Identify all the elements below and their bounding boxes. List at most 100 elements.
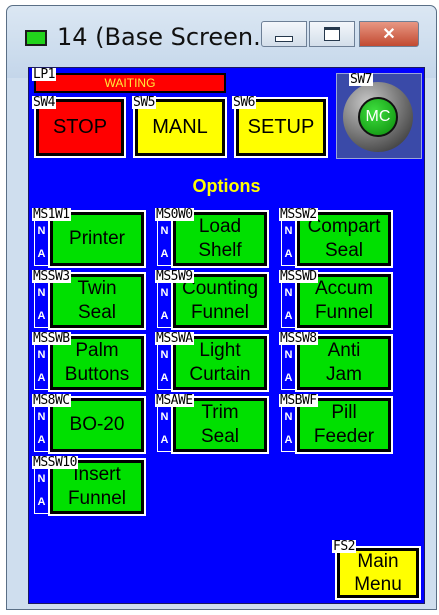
option-item: N A Anti Jam MSSW8: [279, 332, 395, 392]
option-tag: MSSW10: [32, 455, 78, 470]
manual-tag: SW5: [132, 95, 156, 110]
mode-n-label: N: [284, 410, 293, 423]
option-mode-indicator: NA: [34, 404, 49, 452]
mode-a-label: A: [284, 309, 293, 322]
option-mode-indicator: NA: [157, 218, 172, 266]
option-label-line2: Shelf: [198, 240, 242, 261]
option-item: N A Trim Seal MSAWE: [155, 394, 271, 454]
option-label-line1: BO-20: [69, 414, 125, 435]
option-tag: MSAWE: [155, 393, 194, 408]
mode-a-label: A: [37, 309, 46, 322]
option-label-line1: Pill: [331, 402, 357, 423]
option-tag: MSSW8: [279, 331, 318, 346]
minimize-icon: [275, 36, 293, 42]
option-mode-indicator: NA: [157, 280, 172, 328]
maximize-button[interactable]: [309, 21, 355, 47]
option-label-line1: Palm: [75, 340, 119, 361]
mc-tag: SW7: [349, 72, 373, 87]
mode-a-label: A: [284, 247, 293, 260]
mc-indicator-frame: SW7 MC: [336, 73, 422, 159]
option-mode-indicator: NA: [157, 342, 172, 390]
mode-n-label: N: [37, 410, 46, 423]
option-tag: MS5W9: [155, 269, 194, 284]
option-label-line1: Insert: [73, 464, 121, 485]
mode-a-label: A: [160, 247, 169, 260]
option-label-line1: Light: [199, 340, 241, 361]
option-mode-indicator: NA: [34, 218, 49, 266]
close-button[interactable]: ✕: [359, 21, 419, 47]
mode-n-label: N: [284, 224, 293, 237]
option-tag: MSBWF: [279, 393, 318, 408]
mode-a-label: A: [37, 247, 46, 260]
option-item: N A BO-20 MS8WC: [32, 394, 148, 454]
option-tag: MS0W0: [155, 207, 194, 222]
option-item: N A Insert Funnel MSSW10: [32, 456, 148, 516]
option-label-line1: Printer: [69, 228, 125, 249]
maximize-icon: [324, 27, 340, 41]
app-icon: [25, 30, 47, 46]
mode-n-label: N: [37, 286, 46, 299]
option-label-line2: Funnel: [314, 302, 374, 323]
option-item: N A Pill Feeder MSBWF: [279, 394, 395, 454]
mode-n-label: N: [284, 348, 293, 361]
status-lamp: WAITING: [34, 73, 226, 93]
option-label-line2: Feeder: [313, 426, 375, 447]
option-mode-indicator: NA: [34, 466, 49, 514]
mode-n-label: N: [37, 348, 46, 361]
app-window: 14 (Base Screen... ✕ LP1 WAITING SW4 STO…: [6, 5, 437, 610]
main-menu-button[interactable]: Main Menu: [335, 546, 421, 600]
mode-a-label: A: [160, 309, 169, 322]
option-label-line2: Seal: [77, 302, 117, 323]
option-tag: MSSWA: [155, 331, 194, 346]
option-item: N A Compart Seal MSSW2: [279, 208, 395, 268]
mc-button[interactable]: MC: [358, 97, 398, 137]
option-label-line2: Funnel: [67, 488, 127, 509]
mode-a-label: A: [160, 371, 169, 384]
mode-a-label: A: [37, 371, 46, 384]
main-menu-tag: FS2: [332, 539, 356, 554]
option-item: N A Accum Funnel MSSWD: [279, 270, 395, 330]
option-mode-indicator: NA: [281, 280, 296, 328]
option-label-line1: Load: [198, 216, 242, 237]
stop-tag: SW4: [32, 95, 56, 110]
option-label-line2: Buttons: [64, 364, 130, 385]
option-label-line1: Trim: [201, 402, 239, 423]
option-label-line1: Twin: [77, 278, 117, 299]
mode-n-label: N: [160, 410, 169, 423]
option-tag: MS1W1: [32, 207, 71, 222]
option-tag: MSSW3: [32, 269, 71, 284]
option-item: N A Counting Funnel MS5W9: [155, 270, 271, 330]
option-item: N A Palm Buttons MSSWB: [32, 332, 148, 392]
option-mode-indicator: NA: [281, 342, 296, 390]
main-menu-line1: Main: [357, 551, 399, 572]
option-label-line2: Seal: [324, 240, 364, 261]
minimize-button[interactable]: [261, 21, 307, 47]
main-menu-line2: Menu: [354, 574, 402, 595]
hmi-panel: LP1 WAITING SW4 STOP SW5 MANL SW6 SETUP …: [28, 67, 425, 604]
option-label-line2: Funnel: [190, 302, 250, 323]
option-mode-indicator: NA: [34, 280, 49, 328]
option-item: N A Printer MS1W1: [32, 208, 148, 268]
option-mode-indicator: NA: [34, 342, 49, 390]
mode-n-label: N: [160, 348, 169, 361]
mode-n-label: N: [160, 224, 169, 237]
mc-bezel[interactable]: MC: [343, 82, 413, 152]
option-label-line2: Seal: [200, 426, 240, 447]
option-label-line2: Curtain: [189, 364, 251, 385]
close-icon: ✕: [382, 26, 396, 43]
window-title: 14 (Base Screen...: [57, 23, 276, 51]
mode-a-label: A: [37, 495, 46, 508]
mode-a-label: A: [160, 433, 169, 446]
mode-a-label: A: [284, 371, 293, 384]
option-mode-indicator: NA: [281, 218, 296, 266]
mode-n-label: N: [37, 224, 46, 237]
option-mode-indicator: NA: [157, 404, 172, 452]
setup-tag: SW6: [232, 95, 256, 110]
mode-a-label: A: [284, 433, 293, 446]
option-label-line1: Anti: [327, 340, 361, 361]
mode-n-label: N: [160, 286, 169, 299]
mode-a-label: A: [37, 433, 46, 446]
lamp-tag: LP1: [32, 67, 56, 82]
option-tag: MS8WC: [32, 393, 71, 408]
option-tag: MSSWD: [279, 269, 318, 284]
